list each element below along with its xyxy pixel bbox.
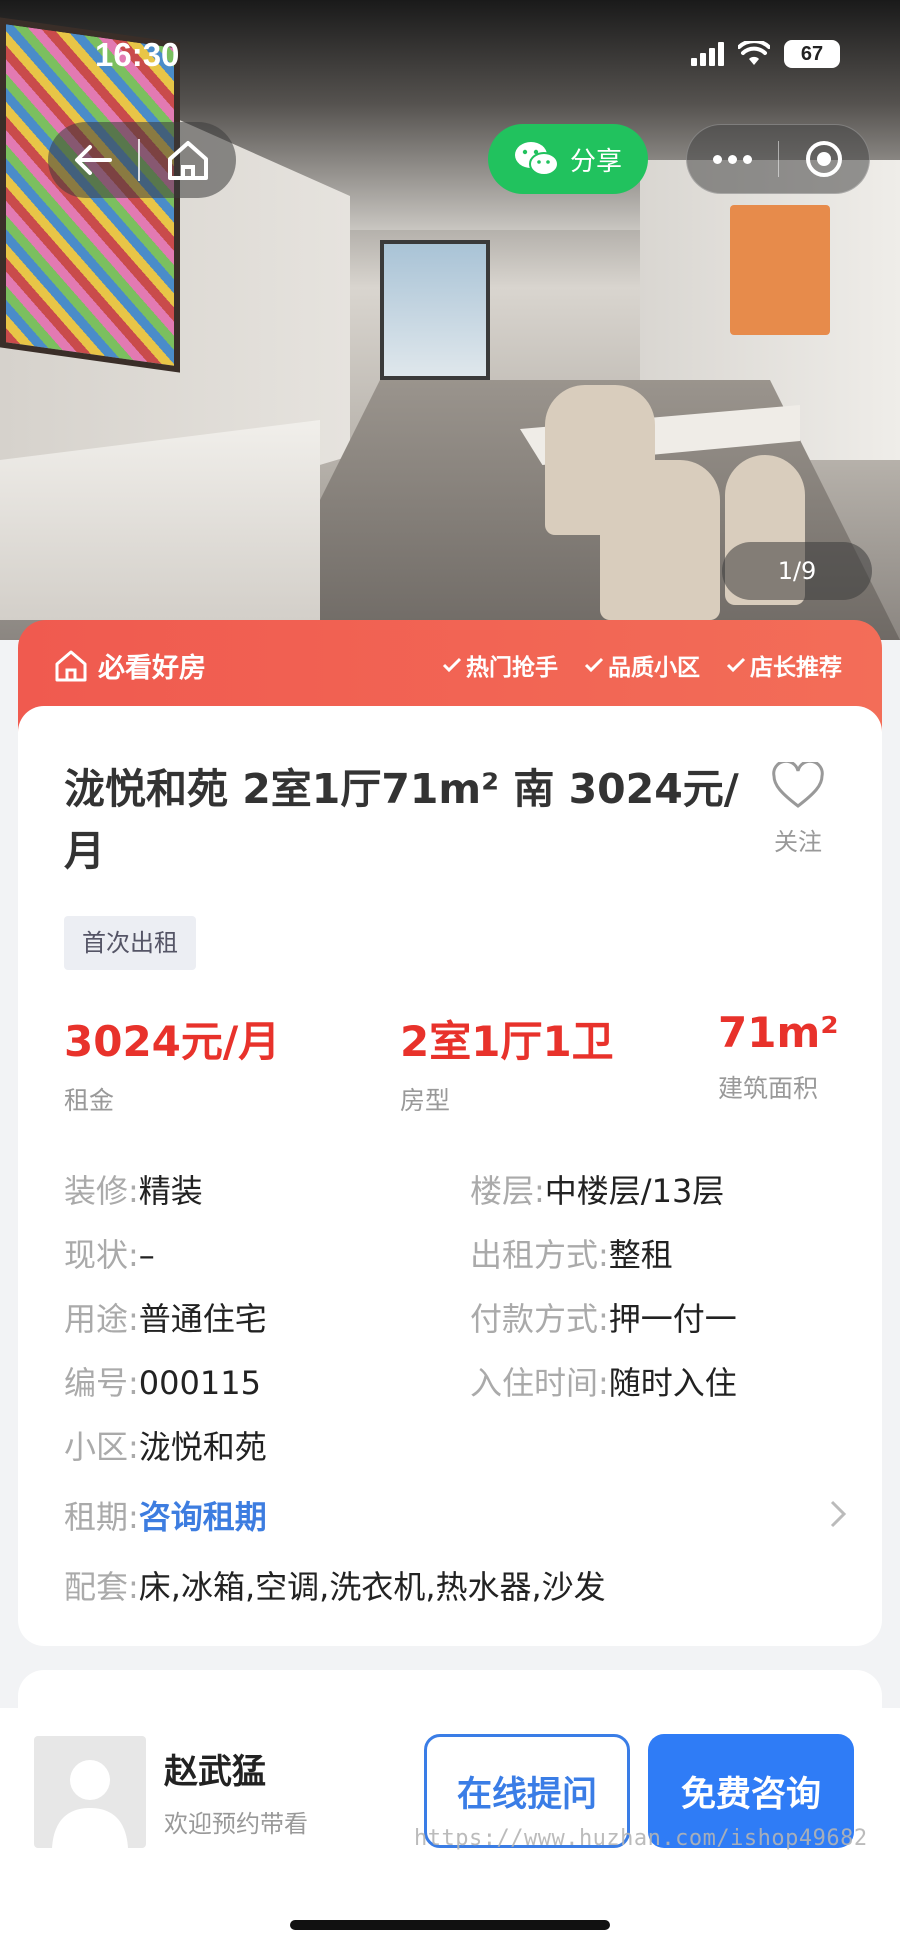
banner-tags: 热门抢手 品质小区 店长推荐 — [442, 648, 842, 682]
kpi-value: 71m² — [718, 1008, 839, 1057]
nav-capsule — [48, 122, 236, 198]
battery-icon: 67 — [784, 40, 840, 68]
more-dot-icon — [742, 154, 752, 164]
home-button[interactable] — [140, 122, 236, 198]
attr-key: 租期: — [64, 1498, 139, 1536]
attr-code: 编号:000115 — [64, 1358, 261, 1404]
watermark-text: https://www.huzhan.com/ishop49682 — [414, 1826, 868, 1851]
attr-key: 编号: — [64, 1364, 139, 1402]
first-rent-tag: 首次出租 — [64, 916, 196, 970]
attr-movein: 入住时间:随时入住 — [470, 1358, 737, 1404]
attr-key: 出租方式: — [470, 1236, 609, 1274]
share-label: 分享 — [569, 146, 622, 177]
kpi-area: 71m² 建筑面积 — [718, 1008, 839, 1105]
attr-value: 精装 — [138, 1172, 203, 1210]
home-icon — [168, 141, 208, 180]
target-circle-icon — [805, 141, 842, 177]
attr-value: 中楼层/13层 — [544, 1172, 725, 1210]
attr-facilities: 配套:床,冰箱,空调,洗衣机,热水器,沙发 — [64, 1562, 606, 1608]
attr-key: 配套: — [64, 1568, 139, 1606]
attr-floor: 楼层:中楼层/13层 — [470, 1166, 724, 1212]
attr-value: 普通住宅 — [138, 1300, 267, 1338]
back-arrow-icon — [75, 145, 112, 175]
attr-status: 现状:– — [64, 1230, 155, 1276]
check-icon — [726, 657, 746, 673]
banner-tag-label: 品质小区 — [608, 655, 700, 681]
key-figures: 3024元/月 租金 2室1厅1卫 房型 71m² 建筑面积 — [64, 1008, 854, 1118]
follow-label: 关注 — [774, 828, 822, 856]
check-icon — [584, 657, 604, 673]
house-outline-icon — [55, 650, 87, 681]
banner-tag-label: 店长推荐 — [750, 655, 842, 681]
attr-key: 现状: — [64, 1236, 139, 1274]
banner-tag: 店长推荐 — [726, 648, 842, 682]
wifi-icon — [738, 41, 770, 65]
attr-usage: 用途:普通住宅 — [64, 1294, 267, 1340]
attr-key: 入住时间: — [470, 1364, 609, 1402]
kpi-value: 3024元/月 — [64, 1017, 281, 1066]
status-time: 16:30 — [95, 36, 180, 73]
attr-value: 押一付一 — [608, 1300, 737, 1338]
kpi-value: 2室1厅1卫 — [400, 1017, 614, 1066]
more-button[interactable] — [687, 154, 778, 164]
attr-key: 付款方式: — [470, 1300, 609, 1338]
close-miniprogram-button[interactable] — [779, 139, 870, 179]
miniprogram-capsule — [686, 124, 870, 194]
attr-key: 小区: — [64, 1428, 139, 1466]
kpi-layout: 2室1厅1卫 房型 — [400, 1008, 614, 1117]
agent-subtitle: 欢迎预约带看 — [164, 1810, 308, 1838]
listing-card: 泷悦和苑 2室1厅71m² 南 3024元/月 关注 首次出租 3024元/月 … — [18, 706, 882, 1646]
photo-pegboard — [730, 205, 830, 335]
attr-key: 用途: — [64, 1300, 139, 1338]
attr-value: 床,冰箱,空调,洗衣机,热水器,沙发 — [138, 1568, 606, 1606]
user-silhouette-icon — [52, 1760, 128, 1848]
attr-value: 随时入住 — [608, 1364, 737, 1402]
back-button[interactable] — [48, 122, 138, 198]
kpi-label: 房型 — [400, 1086, 451, 1115]
agent-name: 赵武猛 — [164, 1752, 266, 1792]
photo-chair — [600, 460, 720, 620]
kpi-label: 建筑面积 — [718, 1074, 819, 1103]
more-dot-icon — [712, 154, 722, 164]
attr-value: 整租 — [608, 1236, 673, 1274]
chevron-right-icon — [830, 1500, 847, 1528]
attr-decoration: 装修:精装 — [64, 1166, 203, 1212]
follow-button[interactable]: 关注 — [748, 759, 848, 857]
status-icons: 67 — [691, 40, 840, 68]
attr-value: – — [138, 1236, 155, 1274]
signal-icon — [691, 42, 724, 66]
photo-window — [380, 240, 490, 380]
banner-title: 必看好房 — [54, 646, 206, 685]
photo-counter: 1/9 — [722, 542, 872, 600]
agent-avatar[interactable] — [34, 1736, 146, 1848]
attr-rent-type: 出租方式:整租 — [470, 1230, 673, 1276]
banner-tag: 热门抢手 — [442, 648, 558, 682]
consult-lease-link[interactable]: 咨询租期 — [139, 1498, 267, 1536]
agent-action-bar: 赵武猛 欢迎预约带看 在线提问 免费咨询 https://www.huzhan.… — [0, 1708, 900, 1948]
banner-tag-label: 热门抢手 — [466, 655, 558, 681]
attr-key: 楼层: — [470, 1172, 545, 1210]
attr-community: 小区:泷悦和苑 — [64, 1422, 267, 1468]
attr-payment: 付款方式:押一付一 — [470, 1294, 737, 1340]
more-dot-icon — [727, 154, 737, 164]
heart-icon — [772, 759, 824, 808]
lease-term-row[interactable]: 租期:咨询租期 — [64, 1492, 854, 1538]
banner-tag: 品质小区 — [584, 648, 700, 682]
listing-title: 泷悦和苑 2室1厅71m² 南 3024元/月 — [64, 765, 739, 875]
banner-title-text: 必看好房 — [98, 653, 206, 684]
kpi-label: 租金 — [64, 1086, 115, 1115]
attr-value: 000115 — [138, 1364, 261, 1402]
share-button[interactable]: 分享 — [488, 124, 648, 194]
attr-value: 泷悦和苑 — [138, 1428, 267, 1466]
home-indicator — [290, 1920, 610, 1930]
check-icon — [442, 657, 462, 673]
kpi-rent: 3024元/月 租金 — [64, 1008, 280, 1117]
attr-key: 装修: — [64, 1172, 139, 1210]
wechat-icon — [514, 142, 559, 176]
